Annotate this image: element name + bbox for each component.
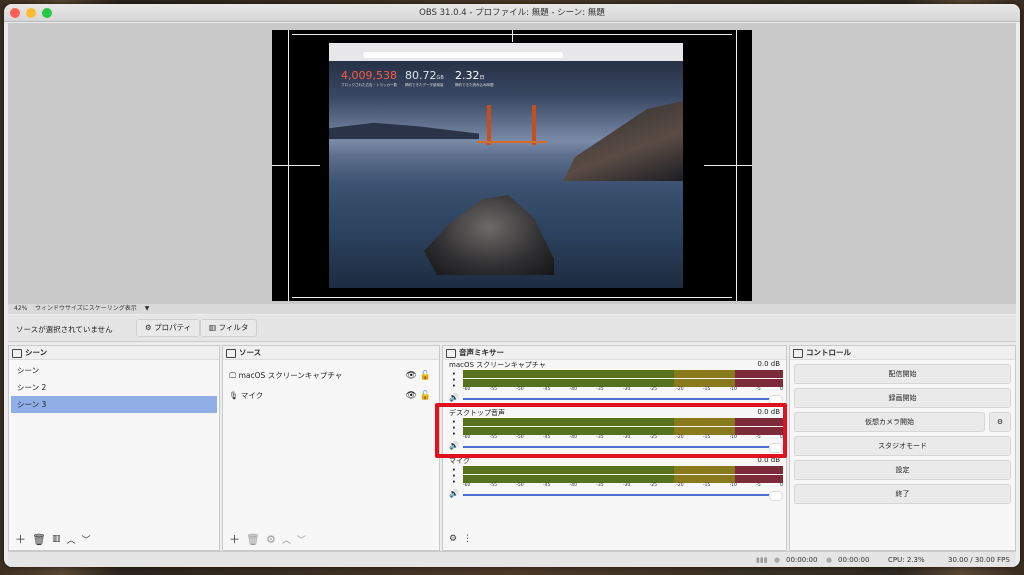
gear-icon[interactable]: ⚙ xyxy=(266,533,276,546)
audio-mixer-header: 音声ミキサー xyxy=(443,346,786,360)
controls-header: コントロール xyxy=(790,346,1015,360)
zoom-window-button[interactable] xyxy=(42,8,52,18)
add-icon[interactable]: ＋ xyxy=(15,531,26,547)
stat-ads-blocked: 4,009,538 ブロックされた広告・トラッカー数 xyxy=(341,69,397,87)
stream-status-icon: ● xyxy=(774,556,781,564)
mixer-toolbar: ⚙ ⋮ xyxy=(443,528,786,550)
address-bar xyxy=(363,52,563,58)
source-item[interactable]: 🖵 macOS スクリーンキャプチャ 👁 🔓 xyxy=(223,366,439,386)
scenes-toolbar: ＋ 🗑 ▥ ︿ ﹀ xyxy=(9,528,219,550)
microphone-icon: 🎙 xyxy=(229,391,239,400)
mixer-channel: macOS スクリーンキャプチャ 0.0 dB · · · -60 -55 -50 -45… xyxy=(443,360,786,408)
gear-icon[interactable]: ⚙ xyxy=(989,412,1011,432)
status-bar: ▮▮▮ ● 00:00:00 ● 00:00:00 CPU: 2.3% 30.0… xyxy=(8,551,1016,567)
sources-dock: ソース 🖵 macOS スクリーンキャプチャ 👁 🔓 🎙 マイク 👁 🔓 ＋ 🗑… xyxy=(222,345,440,551)
scene-item[interactable]: シーン 2 xyxy=(11,379,217,396)
menu-dots-icon[interactable]: ⋮ xyxy=(463,534,472,544)
browser-toolbar xyxy=(329,43,683,61)
preview-area[interactable]: 4,009,538 ブロックされた広告・トラッカー数 80.72GB 節約できた… xyxy=(8,23,1016,304)
channel-name: macOS スクリーンキャプチャ xyxy=(449,361,546,369)
trash-icon[interactable]: 🗑 xyxy=(246,533,260,546)
volume-slider[interactable] xyxy=(463,395,783,405)
scene-item[interactable]: シーン xyxy=(11,362,217,379)
gear-icon[interactable]: ⚙ xyxy=(449,534,457,544)
preview-canvas[interactable]: 4,009,538 ブロックされた広告・トラッカー数 80.72GB 節約できた… xyxy=(272,30,752,301)
volume-slider[interactable] xyxy=(463,491,783,501)
level-meter xyxy=(463,475,783,483)
chevron-up-icon[interactable]: ︿ xyxy=(282,533,291,546)
filter-icon[interactable]: ▥ xyxy=(52,534,61,544)
sources-header: ソース xyxy=(223,346,439,360)
exit-button[interactable]: 終了 xyxy=(794,484,1011,504)
bridge-graphic xyxy=(477,123,547,143)
start-virtual-camera-button[interactable]: 仮想カメラ開始 xyxy=(794,412,985,432)
chevron-down-icon[interactable]: ﹀ xyxy=(297,533,306,546)
signal-icon: ▮▮▮ xyxy=(756,556,768,564)
stat-time-saved: 2.32日 節約できた読み込み時間 xyxy=(455,69,494,87)
studio-mode-button[interactable]: スタジオモード xyxy=(794,436,1011,456)
menu-dots-icon[interactable]: · · · xyxy=(452,370,456,392)
preview-status-line: 42% ウィンドウサイズにスケーリング表示 ▼ xyxy=(8,304,1016,314)
window-title: OBS 31.0.4 - プロファイル: 無題 - シーン: 無題 xyxy=(419,8,605,18)
obs-window: OBS 31.0.4 - プロファイル: 無題 - シーン: 無題 4,009,… xyxy=(4,4,1020,567)
level-meter xyxy=(463,370,783,378)
start-recording-button[interactable]: 録画開始 xyxy=(794,388,1011,408)
channel-db: 0.0 dB xyxy=(757,360,780,368)
stat-data-saved: 80.72GB 節約できたデータ使用量 xyxy=(405,69,444,87)
chevron-up-icon[interactable]: ︿ xyxy=(66,533,75,546)
captured-screen: 4,009,538 ブロックされた広告・トラッカー数 80.72GB 節約できた… xyxy=(329,43,683,288)
chevron-down-icon[interactable]: ▼ xyxy=(145,305,150,312)
sources-toolbar: ＋ 🗑 ⚙ ︿ ﹀ xyxy=(223,528,439,550)
scenes-dock: シーン シーン シーン 2 シーン 3 ＋ 🗑 ▥ ︿ ﹀ xyxy=(8,345,220,551)
fps: 30.00 / 30.00 FPS xyxy=(948,556,1010,564)
minimize-window-button[interactable] xyxy=(26,8,36,18)
filters-button[interactable]: ▥ フィルタ xyxy=(200,319,258,337)
trash-icon[interactable]: 🗑 xyxy=(32,533,46,546)
title-bar: OBS 31.0.4 - プロファイル: 無題 - シーン: 無題 xyxy=(4,4,1020,22)
eye-icon[interactable]: 👁 xyxy=(405,391,416,401)
scenes-header: シーン xyxy=(9,346,219,360)
speaker-icon[interactable]: 🔊 xyxy=(449,489,459,498)
chevron-down-icon[interactable]: ﹀ xyxy=(82,533,91,546)
no-source-label: ソースが選択されていません xyxy=(16,325,113,334)
level-meter xyxy=(463,466,783,474)
filter-icon: ▥ xyxy=(209,323,217,332)
gear-icon: ⚙ xyxy=(145,323,152,332)
lock-icon[interactable]: 🔓 xyxy=(420,391,431,401)
controls-dock: コントロール 配信開始 録画開始 仮想カメラ開始 ⚙ スタジオモード 設定 終了 xyxy=(789,345,1016,551)
eye-icon[interactable]: 👁 xyxy=(405,371,416,381)
menu-dots-icon[interactable]: · · · xyxy=(452,466,456,488)
monitor-icon: 🖵 xyxy=(229,371,237,380)
window-controls xyxy=(10,8,52,18)
scale-mode[interactable]: ウィンドウサイズにスケーリング表示 xyxy=(35,305,137,312)
highlight-box xyxy=(435,403,787,458)
stream-time: 00:00:00 xyxy=(786,556,818,564)
level-meter xyxy=(463,379,783,387)
start-streaming-button[interactable]: 配信開始 xyxy=(794,364,1011,384)
scene-item-selected[interactable]: シーン 3 xyxy=(11,396,217,413)
lock-icon[interactable]: 🔓 xyxy=(420,371,431,381)
record-status-icon: ● xyxy=(826,556,833,564)
speaker-icon[interactable]: 🔊 xyxy=(449,393,459,402)
rock-graphic xyxy=(424,195,554,275)
mixer-channel: マイク 0.0 dB · · · -60 -55 -50 -45 -40 -35 -30 -25-… xyxy=(443,456,786,504)
source-toolbar: ソースが選択されていません ⚙ プロパティ ▥ フィルタ xyxy=(8,315,1016,342)
meter-ticks: -60 -55 -50 -45 -40 -35 -30 -25 -20 -15 -10 -5 0 xyxy=(463,387,783,392)
record-time: 00:00:00 xyxy=(838,556,870,564)
cpu-usage: CPU: 2.3% xyxy=(888,556,925,564)
add-icon[interactable]: ＋ xyxy=(229,531,240,547)
meter-ticks: -60 -55 -50 -45 -40 -35 -30 -25 -20 -15 -10 -5 0 xyxy=(463,483,783,488)
properties-button[interactable]: ⚙ プロパティ xyxy=(136,319,201,337)
settings-button[interactable]: 設定 xyxy=(794,460,1011,480)
close-window-button[interactable] xyxy=(10,8,20,18)
source-item[interactable]: 🎙 マイク 👁 🔓 xyxy=(223,386,439,406)
zoom-level: 42% xyxy=(14,305,28,312)
